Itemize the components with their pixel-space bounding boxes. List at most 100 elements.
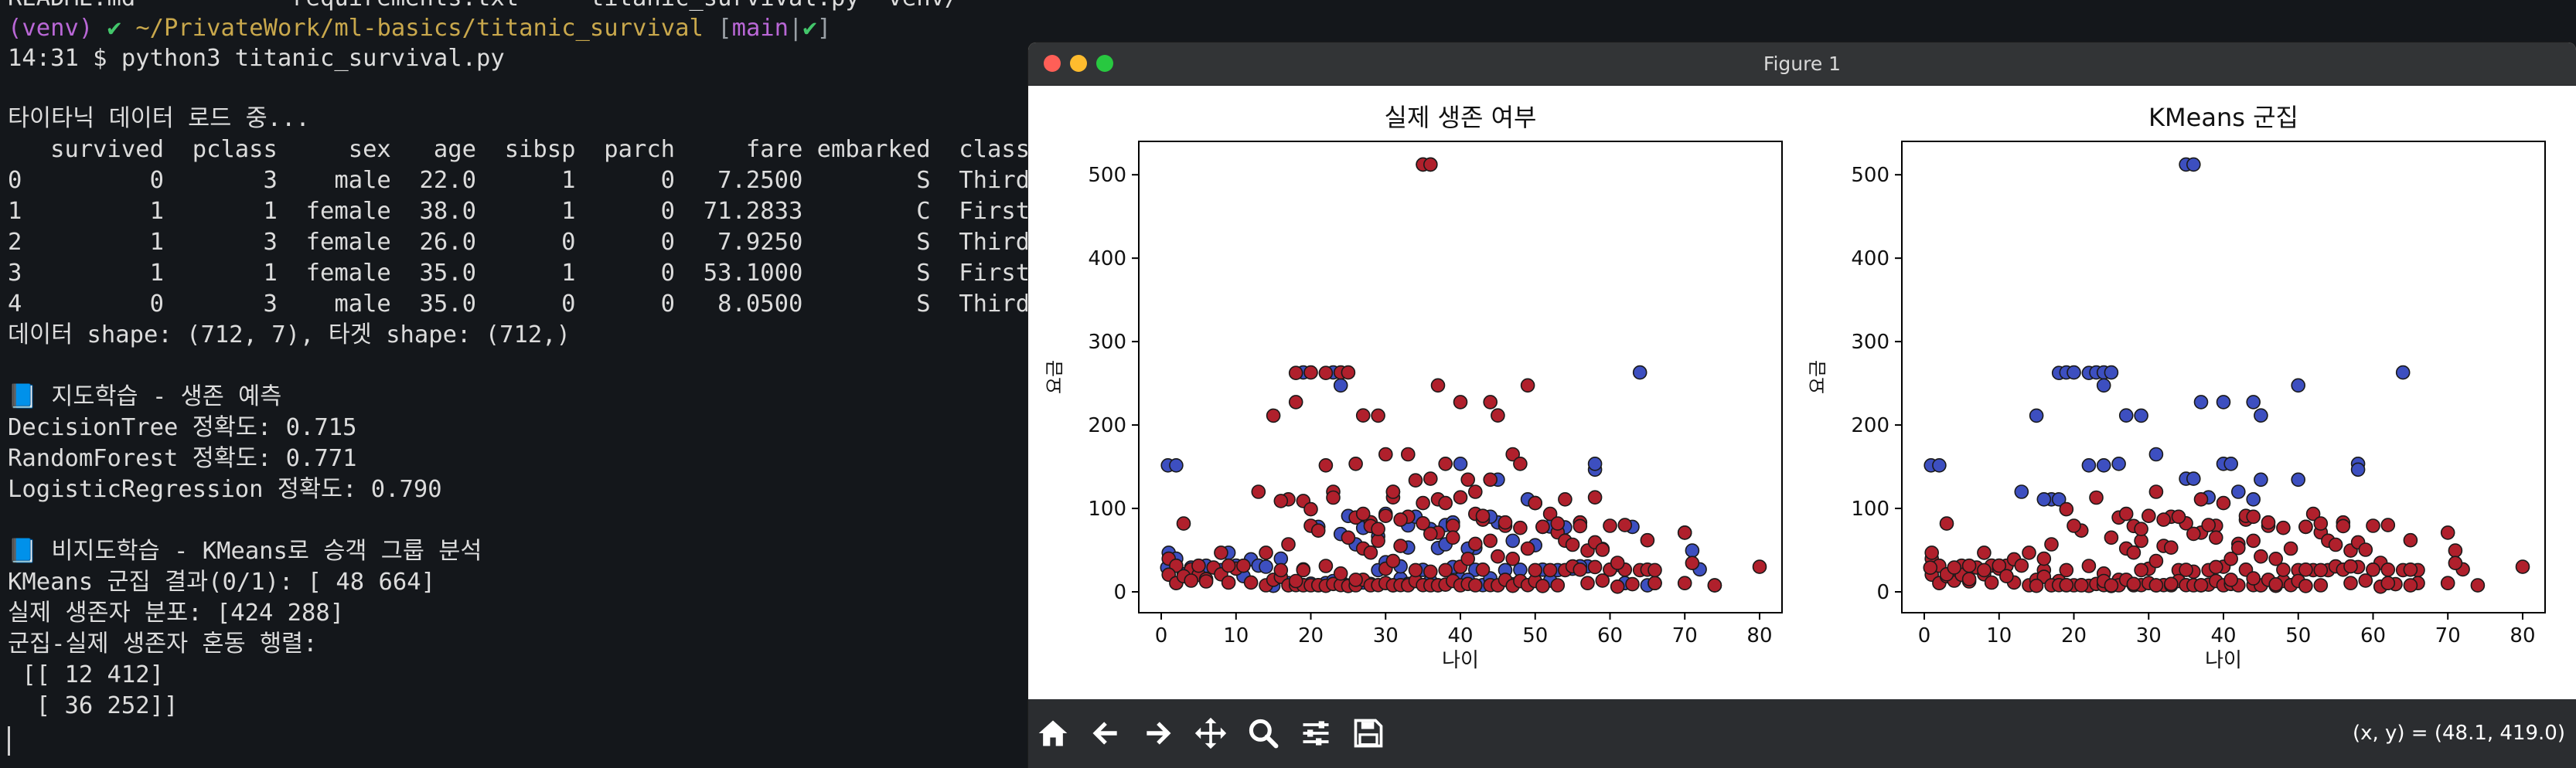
scatter-point-red — [1528, 562, 1543, 578]
scatter-point-red — [1393, 539, 1408, 553]
scatter-point-red — [1423, 471, 1438, 486]
minimize-button[interactable] — [1070, 55, 1087, 72]
terminal-partial-line: README.md requirements.txt titanic_survi… — [8, 0, 959, 14]
scatter-point-blue — [1453, 456, 1468, 471]
scatter-point-red — [1483, 472, 1498, 488]
prompt-path: ~/PrivateWork/ml-basics/titanic_survival — [135, 15, 704, 42]
scatter-point-red — [1438, 495, 1453, 511]
scatter-point-red — [1999, 569, 2014, 584]
scatter-point-red — [2104, 530, 2119, 545]
scatter-point-red — [1363, 545, 1378, 560]
zoom-magnifier-icon — [1249, 719, 1279, 749]
scatter-point-red — [2201, 518, 2216, 532]
y-tick-label: 100 — [1851, 498, 1889, 521]
scatter-point-blue — [2291, 472, 2305, 488]
output-line: survived pclass sex age sibsp parch fare… — [8, 136, 1028, 163]
zoom-button[interactable] — [1243, 713, 1283, 753]
close-button[interactable] — [1044, 55, 1061, 72]
maximize-button[interactable] — [1096, 55, 1113, 72]
scatter-point-red — [2380, 518, 2396, 532]
scatter-point-red — [2059, 562, 2074, 578]
scatter-point-red — [1498, 515, 1513, 530]
scatter-point-red — [1475, 562, 1491, 577]
scatter-point-red — [2313, 578, 2329, 593]
scatter-point-blue — [2148, 447, 2164, 462]
scatter-point-blue — [2096, 378, 2111, 393]
scatter-point-red — [2216, 495, 2231, 511]
pan-button[interactable] — [1191, 713, 1231, 753]
scatter-point-blue — [2036, 491, 2052, 507]
figure-svg[interactable]: 실제 생존 여부 0 10 20 30 40 50 60 70 80 0100200300400… — [1028, 86, 2576, 699]
scatter-point-red — [1355, 506, 1371, 522]
scatter-point-red — [2126, 545, 2142, 560]
scatter-point-red — [1558, 491, 1573, 507]
scatter-point-red — [2186, 526, 2201, 542]
scatter-point-blue — [2081, 457, 2097, 473]
scatter-point-red — [1438, 456, 1453, 471]
scatter-point-red — [2209, 559, 2223, 575]
scatter-point-blue — [2186, 471, 2201, 486]
window-titlebar[interactable]: Figure 1 — [1028, 42, 2576, 86]
scatter-point-red — [1677, 576, 1692, 591]
scatter-point-red — [2134, 562, 2148, 578]
scatter-point-blue — [2067, 365, 2081, 380]
scatter-point-red — [2298, 519, 2313, 535]
x-tick-label: 10 — [1223, 624, 1249, 647]
terminal-window[interactable]: README.md requirements.txt titanic_survi… — [0, 0, 1028, 768]
scatter-point-blue — [1505, 533, 1521, 549]
scatter-point-blue — [2350, 462, 2366, 477]
scatter-point-red — [1310, 523, 1326, 539]
scatter-point-red — [1460, 472, 1476, 488]
axes-frame — [1138, 141, 1783, 613]
scatter-point-red — [2059, 501, 2074, 517]
scatter-point-red — [1573, 518, 1588, 534]
scatter-point-red — [2171, 509, 2186, 525]
home-button[interactable] — [1033, 713, 1073, 753]
scatter-point-red — [2470, 578, 2486, 593]
scatter-point-red — [2246, 571, 2261, 586]
scatter-point-red — [1528, 495, 1543, 511]
scatter-point-red — [1520, 541, 1535, 556]
scatter-point-red — [1610, 556, 1625, 570]
scatter-point-red — [1647, 576, 1662, 591]
scatter-point-red — [2366, 562, 2380, 577]
scatter-point-red — [1378, 447, 1393, 462]
output-line: 0 0 3 male 22.0 1 0 7.2500 S Third — [8, 167, 1028, 194]
save-button[interactable] — [1348, 713, 1389, 753]
x-tick-label: 0 — [1918, 624, 1931, 647]
output-line: 데이터 shape: (712, 7), 타겟 shape: (712,) — [8, 321, 571, 348]
terminal-command-line: 14:31 $ python3 titanic_survival.py — [8, 45, 505, 72]
scatter-point-red — [1430, 378, 1446, 393]
scatter-point-red — [2118, 506, 2134, 522]
scatter-point-red — [2193, 491, 2209, 507]
scatter-point-red — [1603, 518, 1617, 533]
scatter-point-red — [2261, 515, 2276, 530]
scatter-point-blue — [2216, 395, 2231, 409]
y-axis-label: 요금 — [1807, 360, 1828, 394]
y-tick-label: 0 — [1876, 581, 1889, 604]
forward-button[interactable] — [1138, 713, 1178, 753]
configure-subplots-button[interactable] — [1296, 713, 1336, 753]
scatter-point-red — [1371, 408, 1385, 423]
figure-canvas[interactable]: 실제 생존 여부 0 10 20 30 40 50 60 70 80 0 100 200 300 400… — [1028, 86, 2576, 699]
figure-window[interactable]: Figure 1 실제 생존 여부 0 10 20 30 40 50 60 70 80 0 100… — [1028, 42, 2576, 768]
scatter-point-red — [1460, 551, 1476, 566]
output-line: 군집-실제 생존자 혼동 행렬: — [8, 630, 318, 658]
back-button[interactable] — [1085, 713, 1126, 753]
scatter-point-red — [1371, 522, 1385, 537]
scatter-point-red — [2403, 562, 2418, 577]
y-tick-label: 300 — [1851, 331, 1889, 354]
scatter-point-red — [2268, 576, 2283, 592]
scatter-point-red — [2156, 512, 2171, 527]
scatter-point-blue — [2291, 378, 2305, 393]
y-tick-label: 300 — [1088, 331, 1126, 354]
scatter-point-red — [2298, 579, 2313, 593]
save-disk-icon — [1354, 719, 1383, 748]
x-tick-label: 20 — [1298, 624, 1324, 647]
scatter-points — [1160, 157, 1767, 594]
output-line: [[ 12 412] — [8, 661, 164, 688]
scatter-point-red — [2276, 520, 2291, 535]
scatter-point-red — [2440, 576, 2455, 591]
scatter-point-red — [2148, 484, 2164, 499]
scatter-point-red — [2313, 562, 2329, 578]
